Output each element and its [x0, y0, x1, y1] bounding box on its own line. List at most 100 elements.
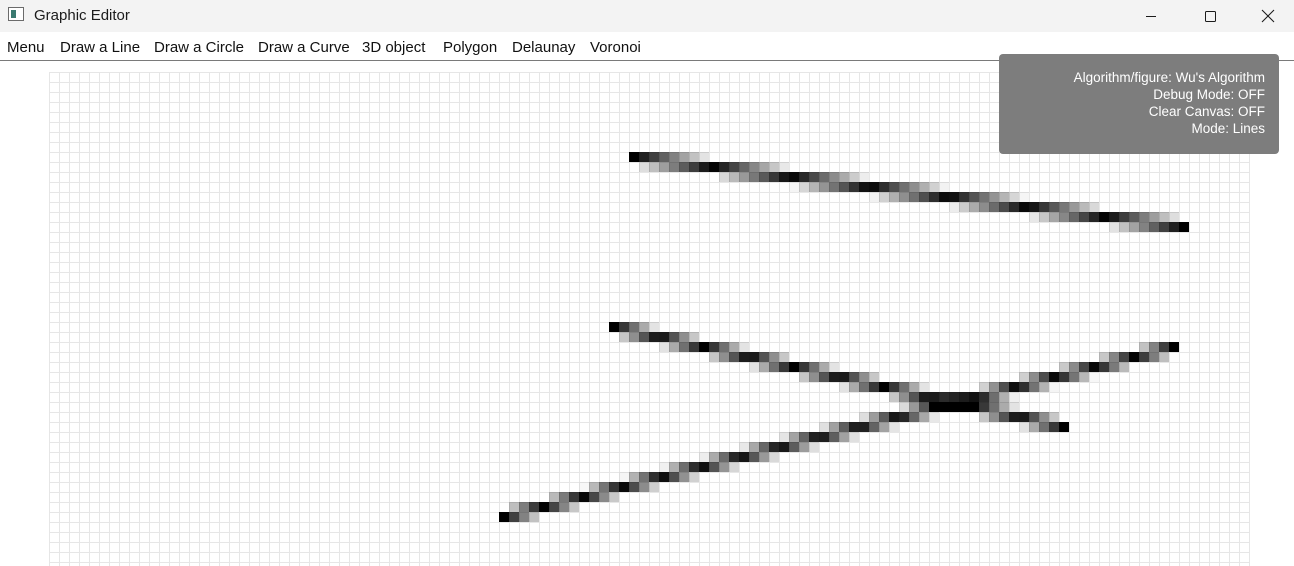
line-pixel: [849, 432, 859, 442]
line-pixel: [619, 322, 629, 332]
line-pixel: [1039, 412, 1049, 422]
line-pixel: [569, 502, 579, 512]
line-pixel: [779, 352, 789, 362]
close-icon: [1261, 9, 1275, 23]
line-pixel: [709, 452, 719, 462]
line-pixel: [799, 372, 809, 382]
line-pixel: [709, 462, 719, 472]
menu-item-polygon[interactable]: Polygon: [443, 39, 497, 57]
line-pixel: [949, 192, 959, 202]
line-pixel: [879, 412, 889, 422]
line-pixel: [749, 162, 759, 172]
line-pixel: [1149, 352, 1159, 362]
line-pixel: [619, 332, 629, 342]
line-pixel: [769, 362, 779, 372]
line-pixel: [849, 422, 859, 432]
line-pixel: [939, 182, 949, 192]
line-pixel: [799, 432, 809, 442]
line-pixel: [689, 332, 699, 342]
menu-item-draw-line[interactable]: Draw a Line: [60, 39, 140, 57]
line-pixel: [819, 172, 829, 182]
line-pixel: [819, 372, 829, 382]
line-pixel: [849, 172, 859, 182]
maximize-button[interactable]: [1181, 0, 1239, 32]
line-pixel: [1039, 382, 1049, 392]
line-pixel: [1069, 212, 1079, 222]
line-pixel: [929, 402, 939, 412]
line-pixel: [769, 172, 779, 182]
line-pixel: [509, 512, 519, 522]
line-pixel: [669, 462, 679, 472]
line-pixel: [1179, 222, 1189, 232]
line-pixel: [1079, 362, 1089, 372]
line-pixel: [909, 192, 919, 202]
line-pixel: [729, 462, 739, 472]
menu-item-3d-object[interactable]: 3D object: [362, 39, 425, 57]
line-pixel: [659, 342, 669, 352]
line-pixel: [669, 162, 679, 172]
line-pixel: [819, 432, 829, 442]
line-pixel: [679, 162, 689, 172]
line-pixel: [989, 192, 999, 202]
line-pixel: [729, 352, 739, 362]
line-pixel: [979, 412, 989, 422]
line-pixel: [909, 412, 919, 422]
line-pixel: [559, 492, 569, 502]
mode-status: Mode: Lines: [1191, 121, 1265, 136]
line-pixel: [1079, 372, 1089, 382]
menu-item-voronoi[interactable]: Voronoi: [590, 39, 641, 57]
line-pixel: [1099, 362, 1109, 372]
menu-item-delaunay[interactable]: Delaunay: [512, 39, 575, 57]
line-pixel: [929, 392, 939, 402]
line-pixel: [979, 382, 989, 392]
line-pixel: [879, 382, 889, 392]
line-pixel: [1069, 202, 1079, 212]
line-pixel: [1079, 212, 1089, 222]
line-pixel: [839, 182, 849, 192]
line-pixel: [739, 442, 749, 452]
line-pixel: [1009, 402, 1019, 412]
minimize-button[interactable]: [1122, 0, 1180, 32]
line-pixel: [659, 332, 669, 342]
line-pixel: [1029, 422, 1039, 432]
line-pixel: [779, 442, 789, 452]
menu-item-draw-curve[interactable]: Draw a Curve: [258, 39, 350, 57]
line-pixel: [749, 452, 759, 462]
line-pixel: [859, 172, 869, 182]
line-pixel: [1089, 362, 1099, 372]
line-pixel: [1039, 422, 1049, 432]
menu-item-draw-circle[interactable]: Draw a Circle: [154, 39, 244, 57]
line-pixel: [929, 182, 939, 192]
line-pixel: [859, 382, 869, 392]
line-pixel: [679, 152, 689, 162]
menu-item-menu[interactable]: Menu: [7, 39, 45, 57]
line-pixel: [759, 452, 769, 462]
line-pixel: [699, 152, 709, 162]
line-pixel: [919, 382, 929, 392]
line-pixel: [919, 192, 929, 202]
line-pixel: [1019, 372, 1029, 382]
line-pixel: [889, 182, 899, 192]
line-pixel: [979, 192, 989, 202]
line-pixel: [959, 392, 969, 402]
line-pixel: [749, 352, 759, 362]
line-pixel: [1039, 372, 1049, 382]
line-pixel: [789, 182, 799, 192]
close-button[interactable]: [1239, 0, 1294, 32]
line-pixel: [719, 352, 729, 362]
line-pixel: [899, 402, 909, 412]
line-pixel: [879, 192, 889, 202]
line-pixel: [769, 162, 779, 172]
status-overlay: Algorithm/figure: Wu's Algorithm Debug M…: [999, 54, 1279, 154]
line-pixel: [1119, 352, 1129, 362]
line-pixel: [519, 512, 529, 522]
line-pixel: [1049, 202, 1059, 212]
line-pixel: [1159, 212, 1169, 222]
line-pixel: [699, 162, 709, 172]
line-pixel: [769, 442, 779, 452]
line-pixel: [789, 432, 799, 442]
line-pixel: [1129, 352, 1139, 362]
line-pixel: [759, 442, 769, 452]
line-pixel: [549, 492, 559, 502]
line-pixel: [809, 442, 819, 452]
